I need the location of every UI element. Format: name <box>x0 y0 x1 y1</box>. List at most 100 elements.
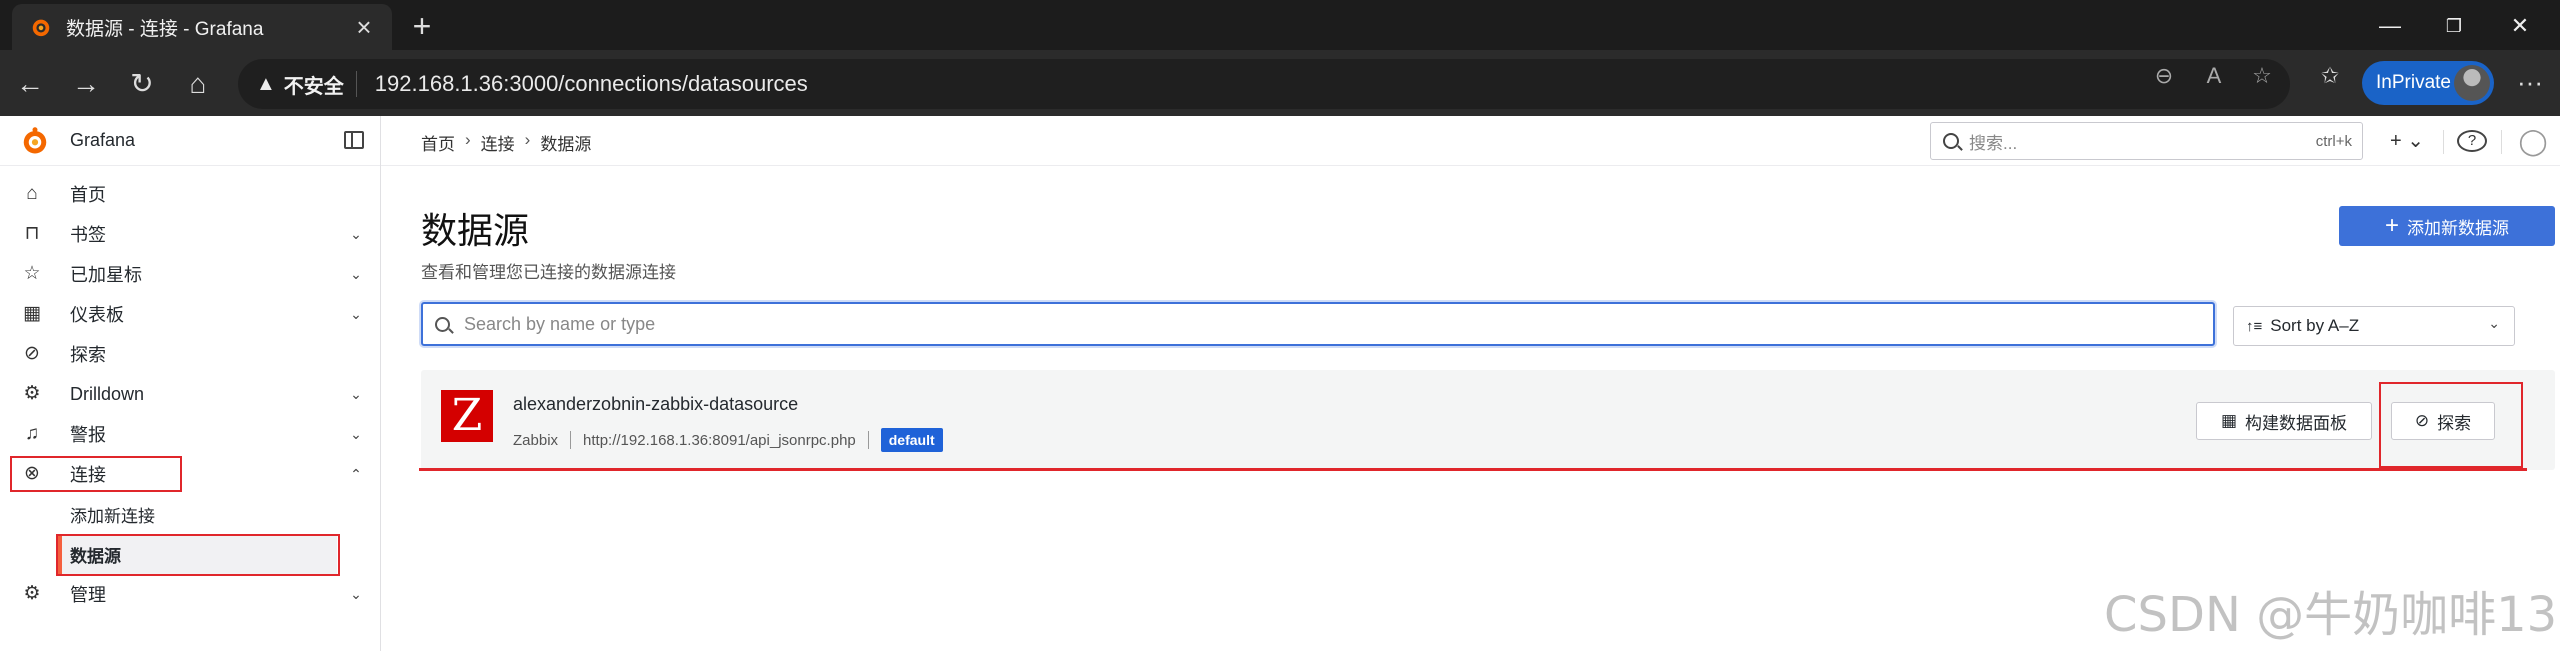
read-aloud-icon[interactable]: A <box>2200 62 2228 90</box>
datasource-search-input[interactable]: Search by name or type <box>421 302 2215 346</box>
build-dashboard-button[interactable]: ▦ 构建数据面板 <box>2196 402 2372 440</box>
home-icon[interactable]: ⌂ <box>178 64 218 104</box>
datasource-url: http://192.168.1.36:8091/api_jsonrpc.php <box>583 431 856 449</box>
security-label[interactable]: 不安全 <box>284 70 344 99</box>
filter-placeholder: Search by name or type <box>464 313 656 334</box>
plus-icon: + <box>2384 212 2399 239</box>
sidebar-item-label: 书签 <box>70 225 106 245</box>
new-button[interactable]: + ⌄ <box>2385 126 2429 156</box>
profile-avatar <box>2454 65 2490 101</box>
favorites-icon[interactable]: ✩ <box>2316 62 2344 90</box>
sidebar-item-add-connection[interactable]: 添加新连接 <box>0 494 381 534</box>
chevron-down-icon[interactable]: ⌄ <box>346 422 366 446</box>
apps-icon: ▦ <box>2220 411 2238 430</box>
breadcrumb-home[interactable]: 首页 <box>421 130 455 155</box>
highlight-box-datasources <box>56 534 340 576</box>
grafana-app: Grafana ⌂ 首页 ⊓ 书签 ⌄ ☆ 已加星标 ⌄ ▦ 仪表板 ⌄ ⊘ 探… <box>0 116 2560 651</box>
search-icon <box>435 316 450 332</box>
star-icon: ☆ <box>23 263 41 284</box>
compass-icon: ⊘ <box>24 343 40 364</box>
refresh-icon[interactable]: ↻ <box>122 64 162 104</box>
meta-separator <box>867 431 869 449</box>
bookmark-icon: ⊓ <box>24 223 40 244</box>
profile-avatar-icon[interactable]: ◯ <box>2517 126 2549 156</box>
browser-tab-strip: 数据源 - 连接 - Grafana × + — ❐ ✕ <box>0 0 2560 50</box>
chevron-down-icon[interactable]: ⌄ <box>346 382 366 406</box>
highlight-box-explore <box>2379 382 2523 468</box>
back-arrow-icon[interactable]: ← <box>10 64 50 104</box>
sidebar: Grafana ⌂ 首页 ⊓ 书签 ⌄ ☆ 已加星标 ⌄ ▦ 仪表板 ⌄ ⊘ 探… <box>0 116 381 651</box>
drilldown-icon: ⚙ <box>23 383 41 404</box>
sidebar-item-starred[interactable]: ☆ 已加星标 ⌄ <box>0 254 381 294</box>
highlight-box-connections <box>10 456 182 492</box>
chevron-down-icon[interactable]: ⌄ <box>346 262 366 286</box>
breadcrumb: 首页 › 连接 › 数据源 <box>421 130 591 155</box>
sidebar-header: Grafana <box>0 116 380 166</box>
bell-icon: ♫ <box>24 423 40 444</box>
breadcrumb-connections[interactable]: 连接 <box>481 130 515 155</box>
address-bar[interactable]: ▲ 不安全 192.168.1.36:3000/connections/data… <box>238 59 2290 109</box>
favorite-star-icon[interactable]: ☆ <box>2248 62 2276 90</box>
breadcrumb-datasources: 数据源 <box>540 135 592 154</box>
default-badge: default <box>880 428 943 452</box>
chevron-up-icon[interactable]: ⌃ <box>346 462 366 486</box>
sidebar-item-label: 仪表板 <box>70 305 124 325</box>
toolbar-divider <box>2501 130 2502 154</box>
zoom-out-icon[interactable]: ⊖ <box>2150 62 2178 90</box>
help-icon[interactable]: ? <box>2457 130 2487 152</box>
browser-tab[interactable]: 数据源 - 连接 - Grafana × <box>12 4 392 50</box>
grafana-favicon-icon <box>32 19 50 37</box>
sidebar-item-dashboards[interactable]: ▦ 仪表板 ⌄ <box>0 294 381 334</box>
dock-menu-icon[interactable] <box>344 131 364 149</box>
add-datasource-button[interactable]: + 添加新数据源 <box>2339 206 2555 246</box>
highlight-underline <box>419 468 2527 471</box>
page-subtitle: 查看和管理您已连接的数据源连接 <box>421 263 676 282</box>
sidebar-item-label: 添加新连接 <box>70 506 155 526</box>
breadcrumb-separator: › <box>524 130 531 149</box>
maximize-button[interactable]: ❐ <box>2424 8 2484 44</box>
home-icon: ⌂ <box>26 183 38 204</box>
datasource-type: Zabbix <box>513 431 559 449</box>
search-icon <box>1943 133 1959 149</box>
sidebar-item-label: 探索 <box>70 345 106 365</box>
browser-toolbar: ← → ↻ ⌂ ▲ 不安全 192.168.1.36:3000/connecti… <box>0 50 2560 116</box>
inprivate-label: InPrivate <box>2376 72 2451 93</box>
top-bar: 首页 › 连接 › 数据源 搜索... ctrl+k + ⌄ ? ◯ <box>381 116 2560 166</box>
sidebar-item-home[interactable]: ⌂ 首页 <box>0 174 381 214</box>
forward-arrow-icon[interactable]: → <box>66 64 106 104</box>
chevron-down-icon[interactable]: ⌄ <box>346 302 366 326</box>
grafana-logo-icon[interactable] <box>20 126 50 156</box>
close-window-button[interactable]: ✕ <box>2490 8 2550 44</box>
watermark-text: CSDN @牛奶咖啡13 <box>2104 587 2558 643</box>
sidebar-item-administration[interactable]: ⚙ 管理 ⌄ <box>0 574 381 614</box>
page-title: 数据源 <box>421 210 530 251</box>
sidebar-item-drilldown[interactable]: ⚙ Drilldown ⌄ <box>0 374 381 414</box>
sidebar-item-bookmarks[interactable]: ⊓ 书签 ⌄ <box>0 214 381 254</box>
apps-icon: ▦ <box>23 303 41 324</box>
tab-close-icon[interactable]: × <box>350 14 378 40</box>
browser-menu-icon[interactable]: ··· <box>2510 64 2550 104</box>
toolbar-divider <box>2443 130 2444 154</box>
sidebar-item-alerting[interactable]: ♫ 警报 ⌄ <box>0 414 381 454</box>
chevron-down-icon[interactable]: ⌄ <box>346 582 366 606</box>
sidebar-item-label: 已加星标 <box>70 265 142 285</box>
minimize-button[interactable]: — <box>2360 8 2420 44</box>
inprivate-badge[interactable]: InPrivate <box>2362 61 2494 105</box>
url-text[interactable]: 192.168.1.36:3000/connections/datasource… <box>375 71 808 97</box>
sidebar-item-explore[interactable]: ⊘ 探索 <box>0 334 381 374</box>
global-search-input[interactable]: 搜索... ctrl+k <box>1930 122 2363 160</box>
address-separator <box>355 71 357 97</box>
datasource-name[interactable]: alexanderzobnin-zabbix-datasource <box>513 394 798 415</box>
datasource-card[interactable]: Z alexanderzobnin-zabbix-datasource Zabb… <box>421 370 2555 470</box>
meta-separator <box>570 431 572 449</box>
sidebar-item-label: 首页 <box>70 185 106 205</box>
search-placeholder: 搜索... <box>1969 133 2018 153</box>
sort-select[interactable]: ↑≡ Sort by A–Z ⌄ <box>2233 306 2515 346</box>
new-tab-button[interactable]: + <box>402 6 442 46</box>
search-shortcut: ctrl+k <box>2315 132 2352 150</box>
breadcrumb-separator: › <box>465 130 471 149</box>
cog-icon: ⚙ <box>23 583 41 604</box>
tab-title: 数据源 - 连接 - Grafana <box>66 18 264 40</box>
chevron-down-icon: ⌄ <box>2488 315 2500 331</box>
chevron-down-icon[interactable]: ⌄ <box>346 222 366 246</box>
